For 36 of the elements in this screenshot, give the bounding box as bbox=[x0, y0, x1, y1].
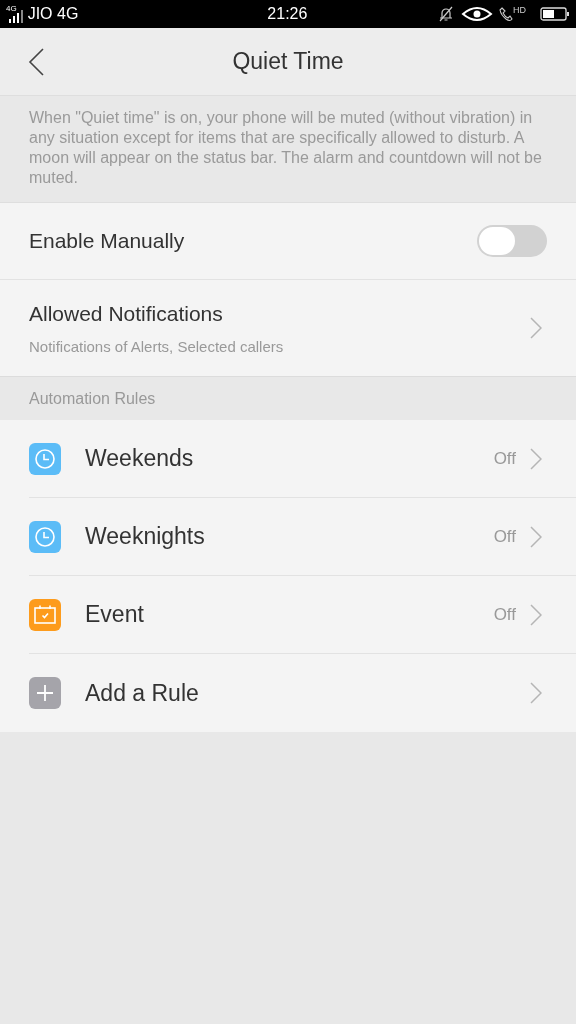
network-type: 4G bbox=[6, 5, 17, 13]
carrier-name: JIO 4G bbox=[27, 4, 79, 24]
chevron-right-icon bbox=[530, 317, 542, 339]
rule-row[interactable]: Weeknights Off bbox=[29, 498, 576, 576]
rule-row[interactable]: Add a Rule bbox=[29, 654, 576, 732]
rule-label: Add a Rule bbox=[85, 678, 199, 708]
chevron-right-icon bbox=[530, 447, 542, 470]
settings-row[interactable]: Enable Manually bbox=[0, 203, 576, 280]
setting-subtitle: Notifications of Alerts, Selected callers bbox=[29, 336, 284, 357]
back-icon bbox=[28, 48, 44, 76]
clock-time: 21:26 bbox=[267, 4, 308, 24]
rule-status: Off bbox=[493, 525, 516, 548]
battery-icon bbox=[540, 6, 570, 22]
page-title: Quiet Time bbox=[232, 47, 344, 77]
description-text: When "Quiet time" is on, your phone will be muted (without vibration) in any situation except for items that are specifically allowed to disturb. A moon will appear on the status bar. The alarm and countdown will not be muted. bbox=[29, 108, 543, 188]
toggle-switch[interactable] bbox=[477, 225, 547, 257]
back-button[interactable] bbox=[26, 48, 46, 76]
hd-label: HD bbox=[513, 6, 526, 15]
rule-label: Weeknights bbox=[85, 522, 205, 552]
chevron-right-icon bbox=[530, 682, 542, 704]
section-heading: Automation Rules bbox=[29, 388, 156, 409]
signal-icon bbox=[7, 10, 26, 24]
rule-status: Off bbox=[493, 447, 516, 470]
setting-label: Allowed Notifications bbox=[29, 301, 224, 327]
rule-label: Weekends bbox=[85, 444, 194, 474]
phone-icon bbox=[499, 6, 513, 22]
rule-status: Off bbox=[493, 603, 516, 626]
rule-row[interactable]: Weekends Off bbox=[29, 420, 576, 498]
settings-row[interactable]: Allowed Notifications Notifications of Alerts, Selected callers bbox=[0, 280, 576, 377]
setting-label: Enable Manually bbox=[29, 228, 185, 255]
rule-row[interactable]: Event Off bbox=[29, 576, 576, 654]
eye-icon bbox=[461, 6, 493, 22]
muted-bell-icon bbox=[437, 5, 455, 23]
chevron-right-icon bbox=[530, 603, 542, 626]
chevron-right-icon bbox=[530, 525, 542, 548]
rule-label: Event bbox=[85, 600, 144, 630]
